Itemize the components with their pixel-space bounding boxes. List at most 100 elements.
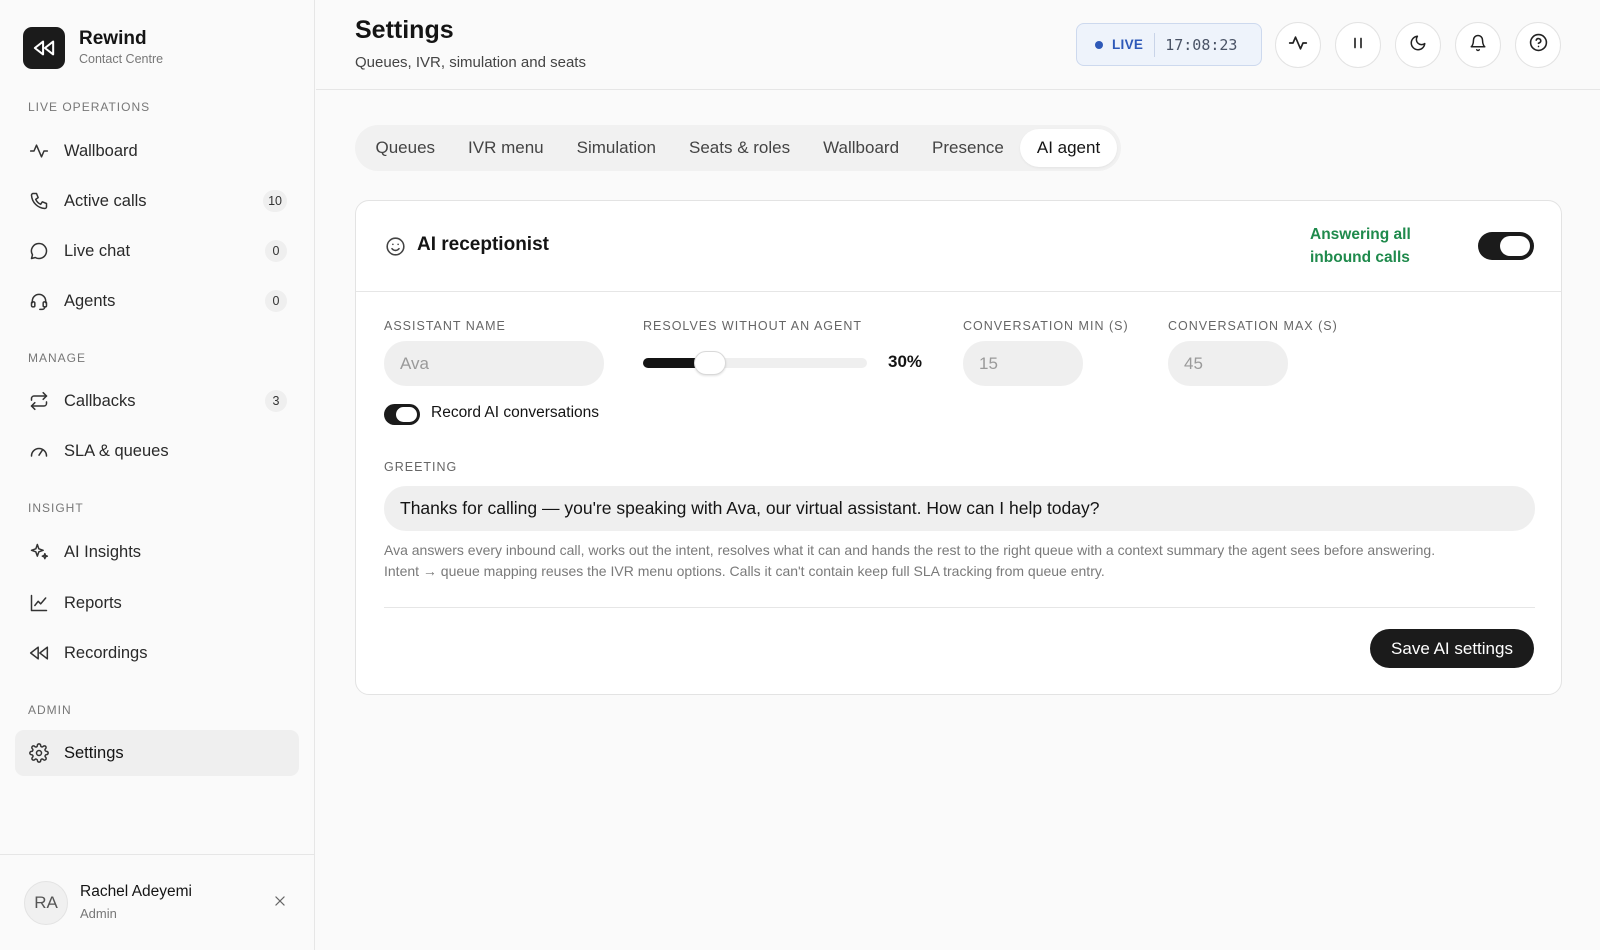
- user-profile: RA Rachel Adeyemi Admin: [0, 854, 315, 950]
- sidebar-item-recordings[interactable]: Recordings: [15, 630, 299, 676]
- card-header: AI receptionist Answering all inbound ca…: [356, 201, 1561, 292]
- greeting-input[interactable]: Thanks for calling — you're speaking wit…: [384, 486, 1535, 531]
- section-label-live-operations: Live operations: [28, 100, 151, 114]
- ai-status-text: Answering all inbound calls: [1310, 226, 1411, 266]
- live-status-badge[interactable]: LIVE 17:08:23: [1076, 23, 1262, 66]
- resolves-slider[interactable]: [643, 351, 867, 375]
- gear-icon: [28, 742, 50, 764]
- conversation-min-input[interactable]: [963, 341, 1083, 386]
- resolves-label: Resolves without an agent: [643, 319, 863, 333]
- tab-presence[interactable]: Presence: [916, 129, 1021, 167]
- greeting-label: Greeting: [384, 460, 458, 474]
- sidebar-item-reports[interactable]: Reports: [15, 580, 299, 626]
- sidebar-item-agents[interactable]: Agents 0: [15, 278, 299, 324]
- activity-icon: [1288, 33, 1308, 58]
- section-label-admin: Admin: [28, 703, 72, 717]
- notifications-button[interactable]: [1455, 22, 1501, 68]
- save-ai-settings-button[interactable]: Save AI settings: [1370, 629, 1534, 668]
- tab-seats-roles[interactable]: Seats & roles: [673, 129, 807, 167]
- divider: [384, 607, 1535, 608]
- section-label-manage: Manage: [28, 351, 87, 365]
- sidebar-item-label: Callbacks: [64, 391, 136, 410]
- page-subtitle: Queues, IVR, simulation and seats: [355, 54, 586, 71]
- card-title: AI receptionist: [417, 234, 549, 255]
- brand-name: Rewind: [79, 28, 147, 49]
- sidebar-item-label: SLA & queues: [64, 441, 169, 460]
- tab-queues[interactable]: Queues: [359, 129, 452, 167]
- settings-tabs: Queues IVR menu Simulation Seats & roles…: [355, 125, 1121, 171]
- slider-thumb[interactable]: [694, 351, 727, 375]
- sidebar-item-label: Recordings: [64, 643, 148, 662]
- headset-icon: [28, 290, 50, 312]
- tab-simulation[interactable]: Simulation: [560, 129, 672, 167]
- conversation-min-label: Conversation min (s): [963, 319, 1129, 333]
- line-chart-icon: [28, 592, 50, 614]
- sidebar-item-sla-queues[interactable]: SLA & queues: [15, 428, 299, 474]
- gauge-icon: [28, 440, 50, 462]
- bell-icon: [1469, 34, 1487, 57]
- sidebar-item-wallboard[interactable]: Wallboard: [15, 128, 299, 174]
- rewind-logo-icon: [23, 27, 65, 69]
- activity-icon: [28, 140, 50, 162]
- moon-icon: [1409, 34, 1427, 57]
- sidebar-item-label: Wallboard: [64, 141, 138, 160]
- help-button[interactable]: [1515, 22, 1561, 68]
- sidebar-item-active-calls[interactable]: Active calls 10: [15, 178, 299, 224]
- top-header: Settings Queues, IVR, simulation and sea…: [316, 0, 1600, 90]
- rewind-icon: [28, 642, 50, 664]
- sidebar-item-label: Live chat: [64, 241, 131, 260]
- count-badge: 3: [265, 390, 287, 412]
- activity-button[interactable]: [1275, 22, 1321, 68]
- chat-bubble-icon: [28, 240, 50, 262]
- user-role: Admin: [80, 906, 117, 921]
- sidebar-item-callbacks[interactable]: Callbacks 3: [15, 378, 299, 424]
- dark-mode-button[interactable]: [1395, 22, 1441, 68]
- sidebar-item-label: Active calls: [64, 191, 147, 210]
- assistant-name-label: Assistant name: [384, 319, 506, 333]
- user-name: Rachel Adeyemi: [80, 883, 193, 900]
- pause-button[interactable]: [1335, 22, 1381, 68]
- toggle-knob: [396, 407, 417, 422]
- tab-ivr-menu[interactable]: IVR menu: [452, 129, 561, 167]
- count-badge: 0: [265, 290, 287, 312]
- tab-wallboard[interactable]: Wallboard: [807, 129, 916, 167]
- sidebar: Rewind Contact Centre Live operations Wa…: [0, 0, 315, 950]
- sidebar-item-live-chat[interactable]: Live chat 0: [15, 228, 299, 274]
- phone-icon: [28, 190, 50, 212]
- count-badge: 10: [263, 190, 287, 212]
- smiley-icon: [384, 235, 406, 257]
- count-badge: 0: [265, 240, 287, 262]
- help-text: Ava answers every inbound call, works ou…: [384, 540, 1544, 582]
- sidebar-item-label: Settings: [64, 743, 124, 762]
- tab-ai-agent[interactable]: AI agent: [1020, 129, 1117, 167]
- pause-icon: [1349, 34, 1367, 57]
- divider: [1154, 32, 1156, 57]
- sidebar-item-label: AI Insights: [64, 542, 142, 561]
- live-dot-icon: [1095, 40, 1103, 49]
- assistant-name-input[interactable]: [384, 341, 604, 386]
- help-text-line: Ava answers every inbound call, works ou…: [384, 542, 1436, 558]
- sidebar-item-label: Agents: [64, 291, 116, 310]
- sidebar-item-label: Reports: [64, 593, 122, 612]
- avatar[interactable]: RA: [24, 881, 68, 925]
- sidebar-item-ai-insights[interactable]: AI Insights: [15, 529, 299, 575]
- record-conversations-toggle[interactable]: [384, 404, 420, 425]
- brand-subtitle: Contact Centre: [79, 52, 164, 66]
- close-icon[interactable]: [270, 891, 290, 911]
- brand[interactable]: Rewind Contact Centre: [23, 27, 163, 69]
- repeat-icon: [28, 390, 50, 412]
- sparkles-icon: [28, 541, 50, 563]
- toggle-knob: [1500, 236, 1530, 256]
- live-clock: 17:08:23: [1165, 35, 1238, 54]
- live-label: LIVE: [1112, 37, 1144, 52]
- page-title: Settings: [355, 16, 454, 44]
- resolves-value: 30%: [888, 352, 923, 371]
- conversation-max-label: Conversation max (s): [1168, 319, 1338, 333]
- sidebar-item-settings[interactable]: Settings: [15, 730, 299, 776]
- help-text-line: Intent → queue mapping reuses the IVR me…: [384, 563, 1105, 579]
- conversation-max-input[interactable]: [1168, 341, 1288, 386]
- record-conversations-label: Record AI conversations: [431, 404, 600, 421]
- section-label-insight: Insight: [28, 501, 84, 515]
- ai-receptionist-card: AI receptionist Answering all inbound ca…: [355, 200, 1562, 695]
- ai-receptionist-toggle[interactable]: [1478, 232, 1534, 260]
